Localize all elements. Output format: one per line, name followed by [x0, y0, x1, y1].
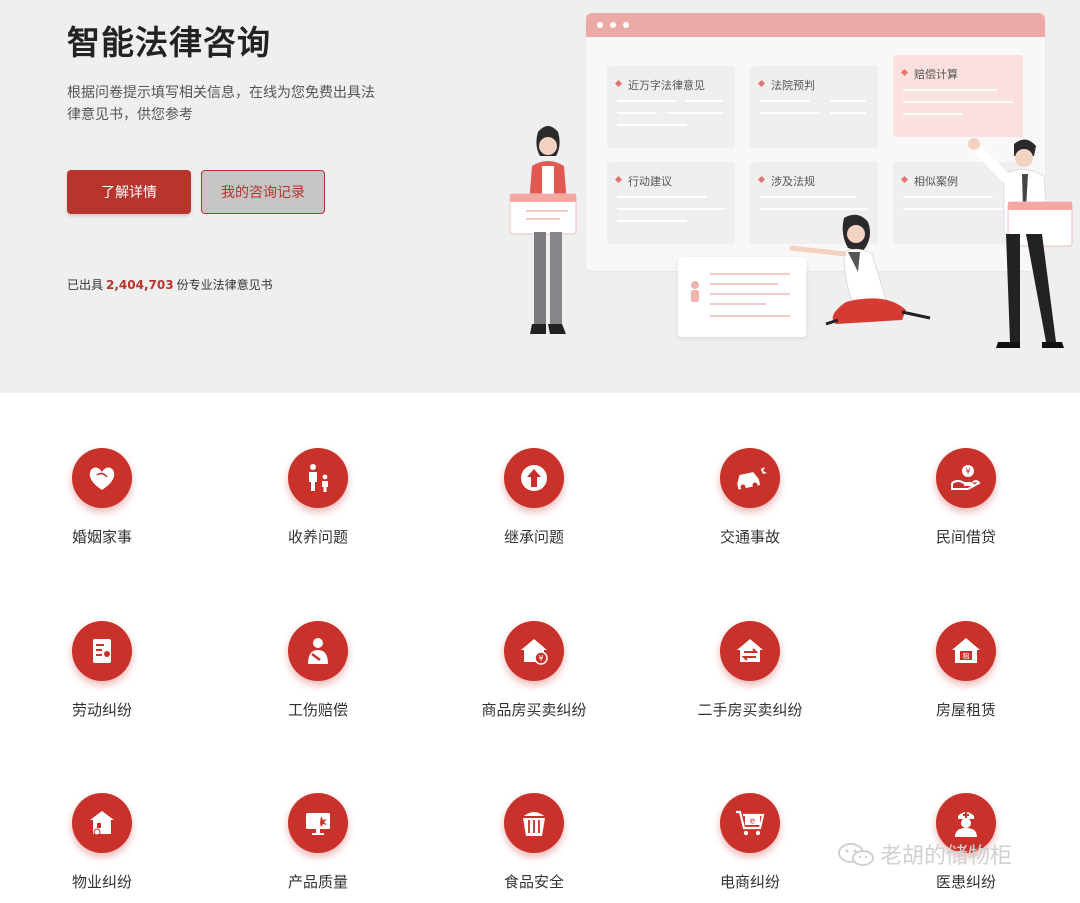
- category-marriage[interactable]: 婚姻家事: [32, 448, 172, 547]
- hero-section: 智能法律咨询 根据问卷提示填写相关信息，在线为您免费出具法律意见书，供您参考 了…: [0, 0, 1080, 393]
- category-inheritance[interactable]: 继承问题: [464, 448, 604, 547]
- category-label: 继承问题: [503, 528, 564, 546]
- hero-description: 根据问卷提示填写相关信息，在线为您免费出具法律意见书，供您参考: [67, 85, 375, 123]
- svg-text:e: e: [750, 817, 756, 827]
- category-private-lending[interactable]: ¥ 民间借贷: [896, 448, 1036, 547]
- feature-card: 行动建议: [607, 162, 735, 244]
- feature-card: 近万字法律意见: [607, 66, 735, 148]
- category-label: 婚姻家事: [71, 528, 132, 546]
- watermark: 老胡的储物柜: [836, 838, 1012, 870]
- stats-prefix: 已出具: [67, 278, 104, 292]
- svg-text:租: 租: [963, 653, 970, 661]
- category-labor-dispute[interactable]: 劳动纠纷: [32, 621, 172, 720]
- category-product-quality[interactable]: 产品质量: [248, 793, 388, 892]
- category-label: 产品质量: [287, 873, 348, 891]
- category-label: 商品房买卖纠纷: [481, 701, 587, 719]
- category-label: 工伤赔偿: [287, 701, 348, 719]
- injured-worker-icon: [288, 621, 348, 681]
- house-yuan-icon: ¥: [504, 621, 564, 681]
- category-traffic-accident[interactable]: 交通事故: [680, 448, 820, 547]
- shopping-cart-icon: e: [720, 793, 780, 853]
- category-house-rental[interactable]: 租 房屋租赁: [896, 621, 1036, 720]
- consult-history-button[interactable]: 我的咨询记录: [201, 170, 325, 214]
- page-title: 智能法律咨询: [67, 23, 271, 62]
- category-label: 房屋租赁: [935, 701, 996, 719]
- wechat-icon: [838, 843, 874, 866]
- man-standing-illustration: [968, 138, 1073, 348]
- category-ecommerce[interactable]: e 电商纠纷: [680, 793, 820, 892]
- monitor-icon: [288, 793, 348, 853]
- food-box-icon: [504, 793, 564, 853]
- inheritance-icon: [504, 448, 564, 508]
- category-label: 劳动纠纷: [71, 701, 132, 719]
- feature-card-highlighted: 赔偿计算: [893, 55, 1023, 137]
- svg-text:¥: ¥: [965, 467, 970, 476]
- category-label: 民间借贷: [935, 528, 996, 546]
- house-rent-icon: 租: [936, 621, 996, 681]
- stats-number: 2,404,703: [106, 278, 174, 292]
- property-icon: [72, 793, 132, 853]
- category-label: 二手房买卖纠纷: [697, 701, 803, 719]
- document-icon: [72, 621, 132, 681]
- category-label: 收养问题: [287, 528, 348, 546]
- category-label: 食品安全: [503, 873, 564, 891]
- category-adoption[interactable]: 收养问题: [248, 448, 388, 547]
- category-label: 交通事故: [719, 528, 780, 546]
- category-second-hand-housing[interactable]: 二手房买卖纠纷: [680, 621, 820, 720]
- learn-more-button[interactable]: 了解详情: [67, 170, 191, 214]
- category-commercial-housing[interactable]: ¥ 商品房买卖纠纷: [464, 621, 604, 720]
- svg-text:¥: ¥: [538, 654, 543, 663]
- stats-suffix: 份专业法律意见书: [176, 278, 273, 292]
- woman-kneeling-illustration: [789, 214, 931, 326]
- watermark-text: 老胡的储物柜: [880, 844, 1013, 869]
- category-label: 物业纠纷: [71, 873, 132, 891]
- car-crash-icon: [720, 448, 780, 508]
- category-label: 电商纠纷: [719, 873, 780, 891]
- hero-illustration: 近万字法律意见 法院预判 赔偿计算 行动建议 涉及法规 相似案例: [500, 0, 1080, 393]
- category-property-management[interactable]: 物业纠纷: [32, 793, 172, 892]
- house-exchange-icon: [720, 621, 780, 681]
- woman-standing-illustration: [509, 126, 577, 334]
- category-label: 医患纠纷: [935, 873, 996, 891]
- stats-line: 已出具 2,404,703 份专业法律意见书: [67, 276, 273, 293]
- feature-card: 法院预判: [750, 66, 878, 148]
- window-titlebar: [586, 13, 1045, 37]
- category-food-safety[interactable]: 食品安全: [464, 793, 604, 892]
- category-work-injury[interactable]: 工伤赔偿: [248, 621, 388, 720]
- hand-coin-icon: ¥: [936, 448, 996, 508]
- parent-child-icon: [288, 448, 348, 508]
- heart-icon: [72, 448, 132, 508]
